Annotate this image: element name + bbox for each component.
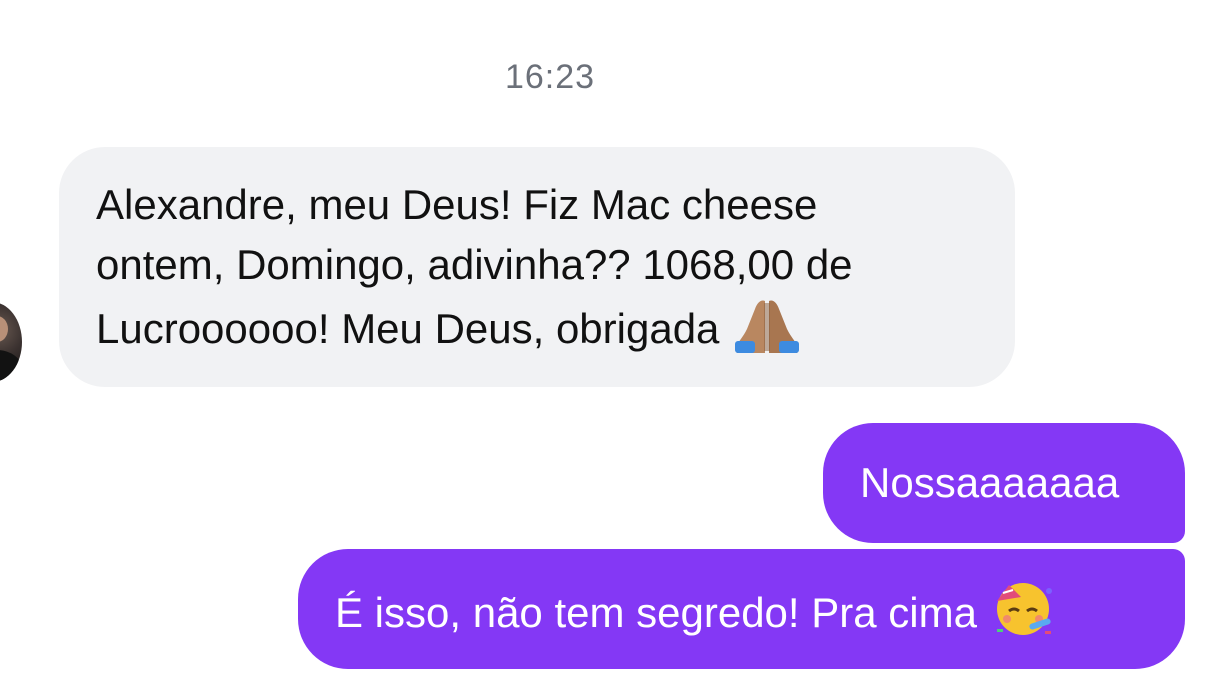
partying-face-emoji xyxy=(993,579,1055,653)
incoming-message-line: Alexandre, meu Deus! Fiz Mac cheese xyxy=(96,181,818,228)
sender-avatar[interactable] xyxy=(0,302,22,382)
outgoing-message-text: É isso, não tem segredo! Pra cima xyxy=(335,589,989,636)
outgoing-message-bubble[interactable]: É isso, não tem segredo! Pra cima xyxy=(298,549,1185,669)
avatar-shirt xyxy=(0,350,22,382)
outgoing-message-bubble[interactable]: Nossaaaaaaa xyxy=(823,423,1185,543)
praying-hands-emoji xyxy=(735,295,800,369)
message-timestamp: 16:23 xyxy=(504,58,596,96)
avatar-face xyxy=(0,316,8,342)
incoming-message-line: Lucroooooo! Meu Deus, obrigada xyxy=(96,295,979,369)
incoming-message-bubble[interactable]: Alexandre, meu Deus! Fiz Mac cheese onte… xyxy=(59,147,1015,387)
outgoing-message-text: Nossaaaaaaa xyxy=(860,459,1120,506)
incoming-message-text: Lucroooooo! Meu Deus, obrigada xyxy=(96,305,732,352)
incoming-message-line: ontem, Domingo, adivinha?? 1068,00 de xyxy=(96,241,853,288)
